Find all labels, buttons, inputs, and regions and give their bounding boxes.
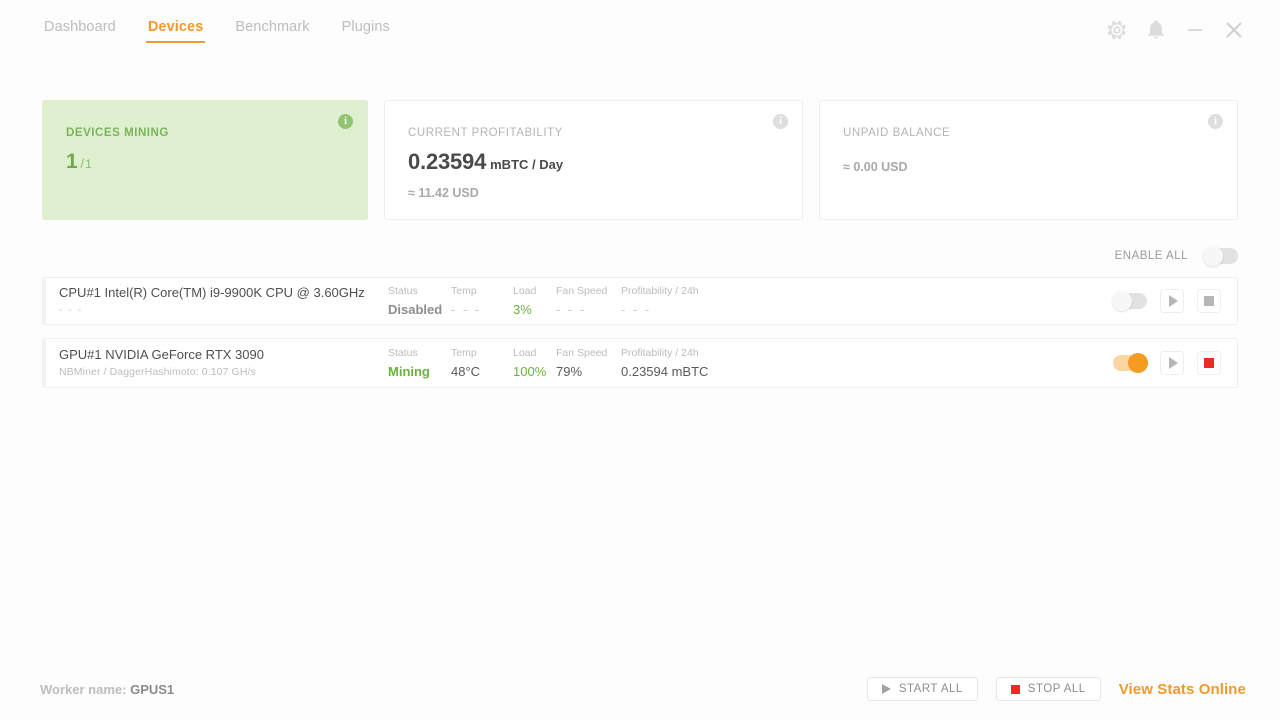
cell-profitability: Profitability / 24h - - - [621,285,801,318]
value-profitability: - - - [621,301,652,317]
enable-all-row: ENABLE ALL [42,243,1238,269]
column-header-profitability: Profitability / 24h [621,346,699,359]
column-header-load: Load [513,346,537,359]
stop-button[interactable] [1197,351,1221,375]
column-header-temp: Temp [451,284,477,297]
card-label: UNPAID BALANCE [843,127,951,139]
device-name: GPU#1 NVIDIA GeForce RTX 3090 [59,347,264,362]
card-label: DEVICES MINING [66,127,169,139]
column-header-temp: Temp [451,346,477,359]
enable-all-toggle[interactable] [1203,246,1238,266]
worker-name-value: GPUS1 [130,681,175,697]
device-name: CPU#1 Intel(R) Core(TM) i9-9900K CPU @ 3… [59,285,365,300]
device-enable-toggle[interactable] [1113,353,1148,373]
unpaid-usd: ≈ 0.00 USD [843,160,908,174]
device-list: CPU#1 Intel(R) Core(TM) i9-9900K CPU @ 3… [42,277,1238,401]
worker-name-label: Worker name: [40,681,127,697]
value-profitability: 0.23594 mBTC [621,363,709,379]
devices-mining-separator: / [80,156,85,171]
stop-icon [1010,684,1020,694]
value-load: 100% [513,363,547,379]
value-temp: - - - [451,301,482,317]
column-header-profitability: Profitability / 24h [621,284,699,297]
cell-fan-speed: Fan Speed 79% [556,347,621,380]
card-current-profitability: i CURRENT PROFITABILITY 0.23594 mBTC / D… [384,100,803,220]
profitability-usd: ≈ 11.42 USD [408,186,479,200]
minimize-icon[interactable] [1183,18,1207,42]
card-devices-mining: i DEVICES MINING 1 / 1 [42,100,368,220]
device-controls [1113,351,1221,375]
table-row[interactable]: CPU#1 Intel(R) Core(TM) i9-9900K CPU @ 3… [42,277,1238,325]
tab-benchmark[interactable]: Benchmark [233,16,311,43]
column-header-load: Load [513,284,537,297]
stop-button[interactable] [1197,289,1221,313]
bell-icon[interactable] [1144,18,1168,42]
close-icon[interactable] [1222,18,1246,42]
devices-mining-value: 1 [66,150,78,173]
device-enable-toggle[interactable] [1112,291,1147,311]
play-icon [1168,295,1178,307]
enable-all-label: ENABLE ALL [1114,250,1188,262]
info-icon[interactable]: i [773,114,788,129]
cell-load: Load 3% [513,285,556,318]
tab-devices[interactable]: Devices [145,16,206,43]
toggle-knob [1112,291,1132,311]
start-all-label: START ALL [898,683,963,695]
cell-temp: Temp 48°C [451,347,513,380]
tab-dashboard[interactable]: Dashboard [42,16,118,43]
cell-temp: Temp - - - [451,285,513,318]
profitability-unit: mBTC / Day [490,157,564,172]
value-status: Disabled [388,301,443,317]
start-button[interactable] [1160,351,1184,375]
column-header-status: Status [388,284,418,297]
table-row[interactable]: GPU#1 NVIDIA GeForce RTX 3090 NBMiner / … [42,338,1238,388]
column-header-fan-speed: Fan Speed [556,284,608,297]
view-stats-online-link[interactable]: View Stats Online [1119,681,1246,698]
main-navigation: Dashboard Devices Benchmark Plugins [42,16,392,56]
card-label: CURRENT PROFITABILITY [408,127,563,139]
summary-cards: i DEVICES MINING 1 / 1 i CURRENT PROFITA… [42,100,1238,220]
device-subtitle: - - - [59,304,83,316]
tab-plugins[interactable]: Plugins [340,16,392,43]
toggle-knob [1203,246,1223,266]
window-controls [1105,18,1246,42]
value-fan-speed: - - - [556,301,587,317]
cell-load: Load 100% [513,347,556,380]
play-icon [1168,357,1178,369]
info-icon[interactable]: i [338,114,353,129]
devices-mining-total: 1 [85,157,92,171]
start-button[interactable] [1160,289,1184,313]
stop-icon [1204,296,1214,306]
stop-icon [1204,358,1214,368]
value-fan-speed: 79% [556,363,583,379]
play-icon [881,684,891,694]
cell-status: Status Disabled [388,285,451,318]
value-status: Mining [388,363,430,379]
gear-icon[interactable] [1105,18,1129,42]
value-load: 3% [513,301,532,317]
column-header-status: Status [388,346,418,359]
start-all-button[interactable]: START ALL [866,677,978,701]
card-unpaid-balance: i UNPAID BALANCE ≈ 0.00 USD [819,100,1238,220]
device-subtitle: NBMiner / DaggerHashimoto: 0.107 GH/s [59,366,256,378]
cell-fan-speed: Fan Speed - - - [556,285,621,318]
footer-actions: START ALL STOP ALL View Stats Online [866,677,1246,701]
stop-all-label: STOP ALL [1027,683,1086,695]
device-name-cell: CPU#1 Intel(R) Core(TM) i9-9900K CPU @ 3… [43,285,388,317]
column-header-fan-speed: Fan Speed [556,346,608,359]
device-controls [1112,289,1221,313]
profitability-value: 0.23594 [408,149,487,174]
stop-all-button[interactable]: STOP ALL [995,677,1101,701]
title-bar: Dashboard Devices Benchmark Plugins [0,0,1280,72]
cell-profitability: Profitability / 24h 0.23594 mBTC [621,347,801,380]
info-icon[interactable]: i [1208,114,1223,129]
device-name-cell: GPU#1 NVIDIA GeForce RTX 3090 NBMiner / … [43,347,388,379]
worker-name: Worker name: GPUS1 [40,682,174,697]
toggle-knob [1128,353,1148,373]
cell-status: Status Mining [388,347,451,380]
footer-bar: Worker name: GPUS1 START ALL STOP ALL Vi… [0,658,1280,720]
value-temp: 48°C [451,363,481,379]
